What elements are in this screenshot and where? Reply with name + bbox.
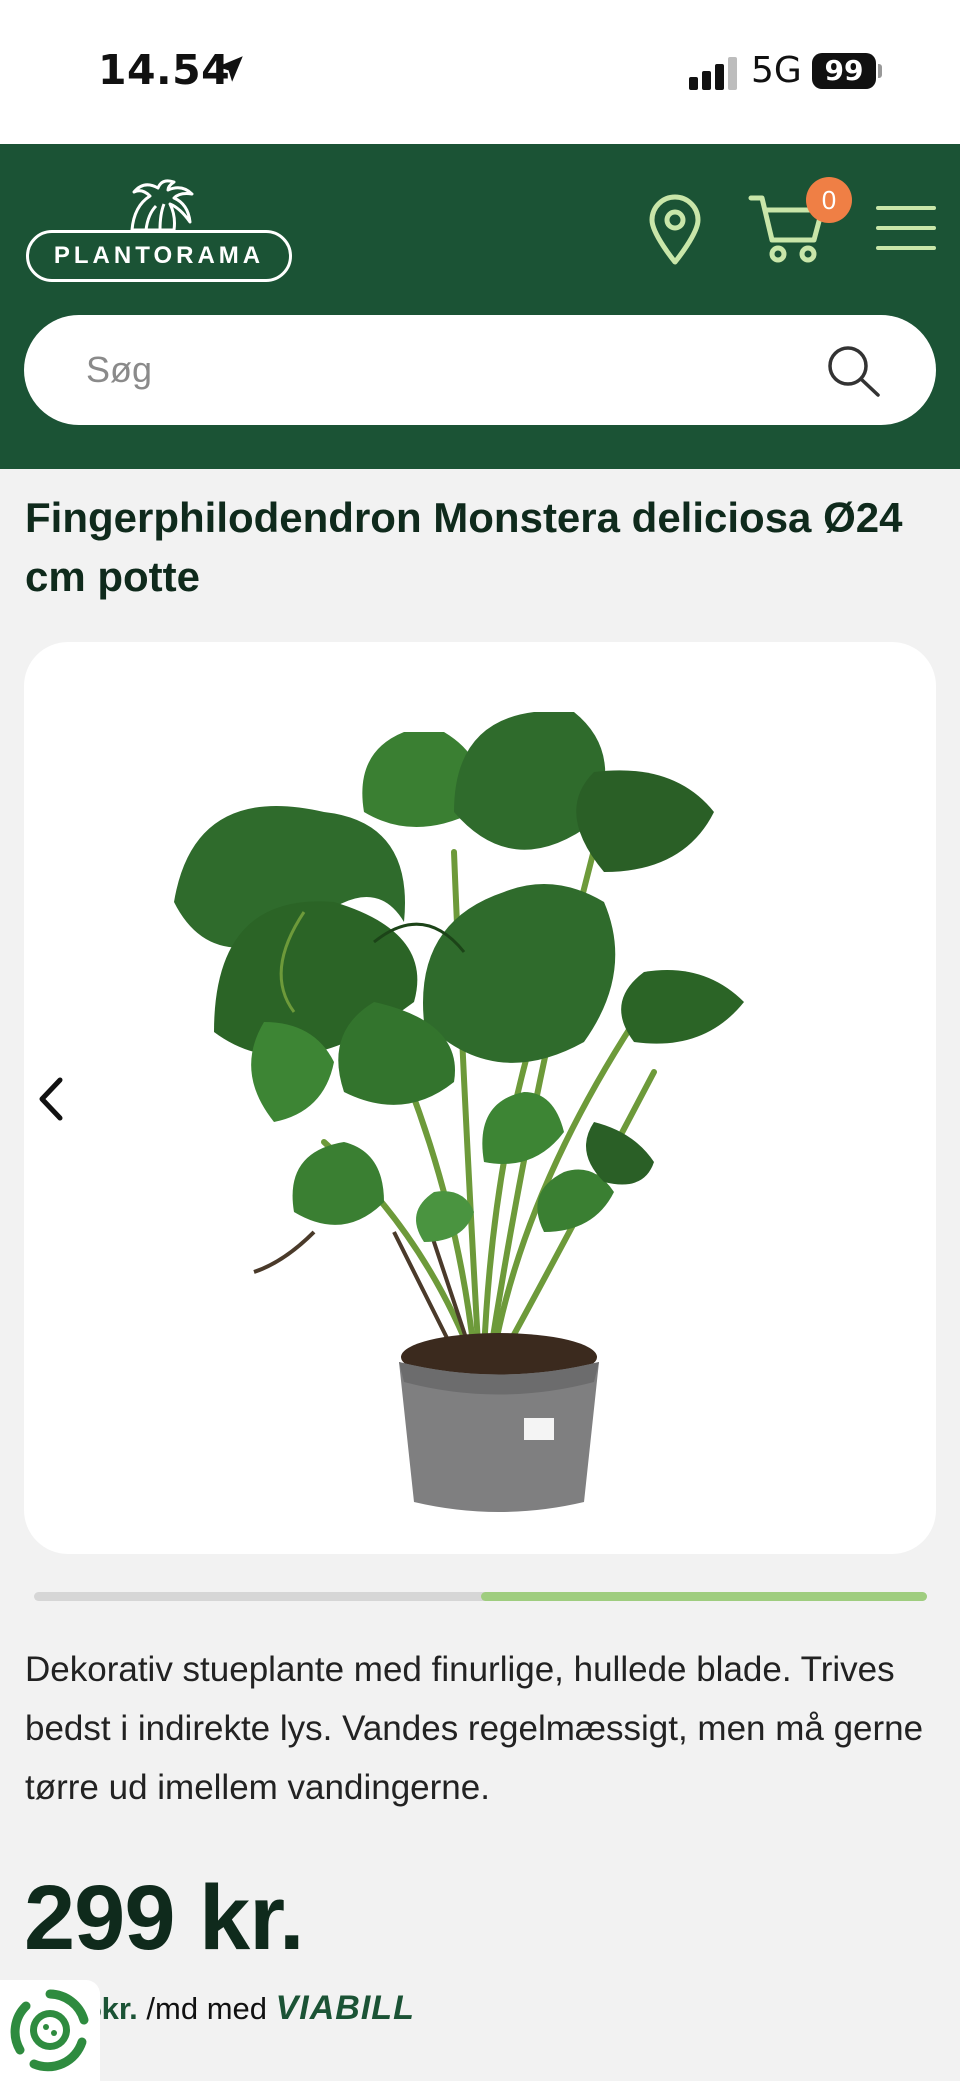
- gallery-scroll-thumb[interactable]: [480, 1592, 927, 1601]
- location-pin-icon[interactable]: [646, 194, 704, 266]
- product-description: Dekorativ stueplante med finurlige, hull…: [25, 1650, 924, 1807]
- battery-indicator: 99: [812, 53, 876, 89]
- battery-tip: [878, 64, 882, 78]
- chevron-left-icon[interactable]: [36, 1076, 66, 1122]
- site-header: PLANTORAMA 0: [0, 144, 960, 469]
- menu-icon[interactable]: [876, 202, 936, 252]
- palm-tree-logo-icon: [130, 179, 194, 232]
- product-image: [174, 712, 744, 1512]
- gallery-scroll-indicator[interactable]: [34, 1592, 927, 1601]
- search-bar[interactable]: [24, 315, 936, 425]
- recycle-badge[interactable]: [0, 1980, 100, 2081]
- plantorama-logo[interactable]: PLANTORAMA: [26, 178, 292, 286]
- product-image-gallery[interactable]: [24, 642, 936, 1554]
- product-price: 299 kr.: [24, 1867, 305, 1969]
- search-input[interactable]: [86, 315, 786, 425]
- recycle-icon: [10, 1989, 89, 2072]
- signal-icon: [689, 56, 737, 90]
- product-title: Fingerphilodendron Monstera deliciosa Ø2…: [25, 494, 903, 600]
- network-type: 5G: [751, 50, 802, 91]
- location-arrow-icon: [217, 56, 243, 82]
- search-icon[interactable]: [824, 342, 884, 400]
- status-time: 14.54: [98, 46, 231, 94]
- cart-count-badge: 0: [806, 177, 852, 223]
- viabill-logo: VIABILL: [275, 1989, 415, 2027]
- status-bar: 14.54 5G 99: [0, 0, 960, 144]
- installment-suffix: /md med: [137, 1991, 276, 2026]
- brand-name: PLANTORAMA: [26, 230, 292, 282]
